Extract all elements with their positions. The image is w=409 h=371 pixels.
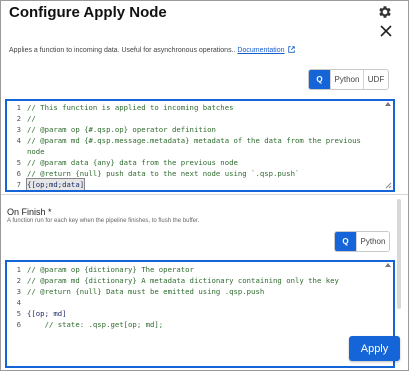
dialog-title: Configure Apply Node	[9, 4, 167, 21]
line-number: 3	[16, 125, 21, 134]
apply-button[interactable]: Apply	[349, 336, 400, 361]
code-line: // @param op {#.qsp.op} operator definit…	[27, 125, 216, 134]
resize-handle-icon[interactable]	[384, 181, 392, 189]
dialog-description: Applies a function to incoming data. Use…	[9, 46, 296, 54]
code-line: {[op;md;data]	[25, 178, 86, 190]
gear-icon[interactable]	[377, 4, 393, 20]
line-number: 4	[16, 136, 21, 145]
code-line: //	[27, 114, 36, 123]
line-number: 5	[16, 158, 21, 167]
language-selector-bottom: Q Python	[334, 231, 390, 252]
dialog-scrollbar[interactable]	[397, 199, 401, 309]
on-finish-description: A function run for each key when the pip…	[7, 218, 200, 224]
code-line: // @return {null} Data must be emitted u…	[27, 287, 265, 296]
line-number: 7	[16, 180, 21, 189]
external-link-icon[interactable]	[288, 46, 296, 53]
line-number: 2	[16, 276, 21, 285]
code-line: {[op; md]	[27, 309, 67, 318]
description-text: Applies a function to incoming data. Use…	[9, 47, 236, 54]
close-icon[interactable]	[379, 24, 393, 38]
language-python-button[interactable]: Python	[330, 70, 363, 89]
code-line-wrap: node	[27, 147, 45, 156]
code-line: // @param md {dictionary} A metadata dic…	[27, 276, 339, 285]
code-line: // state: .qsp.get[op; md];	[27, 320, 164, 329]
line-number: 1	[16, 103, 21, 112]
on-finish-code-editor[interactable]: 1// @param op {dictionary} The operator …	[5, 260, 395, 368]
line-number: 2	[16, 114, 21, 123]
line-number: 4	[16, 298, 21, 307]
scroll-up-icon[interactable]	[385, 102, 391, 106]
configure-apply-node-dialog: Configure Apply Node Applies a function …	[0, 0, 409, 371]
language-q-button[interactable]: Q	[309, 70, 330, 89]
on-finish-label: On Finish *	[7, 207, 52, 217]
line-number: 6	[16, 320, 21, 329]
code-line: // @return {null} push data to the next …	[27, 169, 300, 178]
language-python-button[interactable]: Python	[356, 232, 389, 251]
code-line: // @param data {any} data from the previ…	[27, 158, 238, 167]
scroll-up-icon[interactable]	[385, 263, 391, 267]
language-selector-top: Q Python UDF	[308, 69, 389, 90]
line-number: 6	[16, 169, 21, 178]
code-line: // This function is applied to incoming …	[27, 103, 234, 112]
function-code-editor[interactable]: 1 // This function is applied to incoming…	[5, 99, 395, 192]
line-number: 5	[16, 309, 21, 318]
language-q-button[interactable]: Q	[335, 232, 356, 251]
language-udf-button[interactable]: UDF	[363, 70, 388, 89]
section-divider	[1, 194, 408, 195]
code-line: // @param md {#.qsp.message.metadata} me…	[27, 136, 361, 145]
code-line: // @param op {dictionary} The operator	[27, 265, 194, 274]
documentation-link[interactable]: Documentation	[237, 47, 284, 54]
line-number: 3	[16, 287, 21, 296]
line-number: 1	[16, 265, 21, 274]
